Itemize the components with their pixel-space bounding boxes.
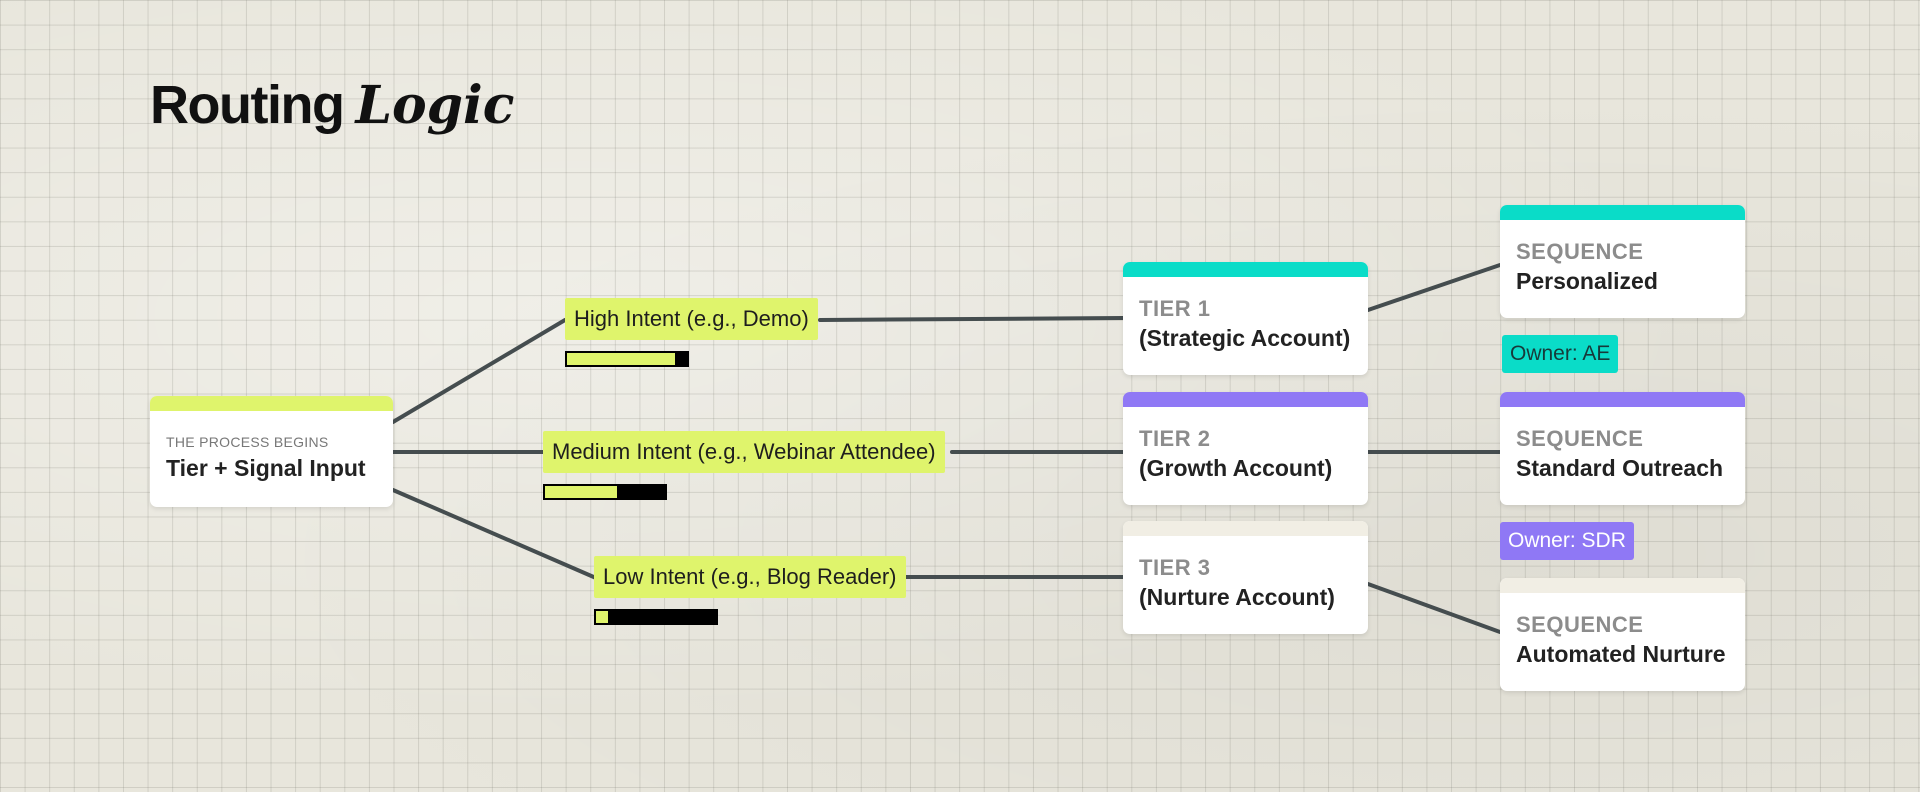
sequence-card-personalized: SEQUENCE Personalized (1500, 205, 1745, 318)
sequence-card-standard-outreach-title: Standard Outreach (1516, 455, 1724, 481)
connector-start-high (391, 318, 567, 424)
tier-card-2-label: TIER 2 (1139, 426, 1211, 451)
sequence-card-standard-outreach: SEQUENCE Standard Outreach (1500, 392, 1745, 505)
tier-card-2: TIER 2 (Growth Account) (1123, 392, 1368, 505)
tier-card-2-title: (Growth Account) (1139, 455, 1333, 481)
connector-start-low (391, 488, 598, 580)
signal-meter-low (594, 609, 718, 625)
tier-card-1-title: (Strategic Account) (1139, 325, 1351, 351)
tier-card-3-bar (1123, 521, 1368, 536)
sequence-card-automated-nurture-bar (1500, 578, 1745, 593)
signal-tag-low: Low Intent (e.g., Blog Reader) (594, 556, 906, 598)
signal-meter-medium (543, 484, 667, 500)
signal-meter-high (565, 351, 689, 367)
sequence-card-automated-nurture: SEQUENCE Automated Nurture (1500, 578, 1745, 691)
signal-meter-medium-fill (545, 486, 617, 498)
sequence-card-personalized-bar (1500, 205, 1745, 220)
owner-badge-ae: Owner: AE (1502, 335, 1619, 373)
signal-meter-low-fill (596, 611, 608, 623)
sequence-card-standard-outreach-label: SEQUENCE (1516, 426, 1644, 451)
tier-card-1-label: TIER 1 (1139, 296, 1211, 321)
tier-card-3: TIER 3 (Nurture Account) (1123, 521, 1368, 634)
connector-high-tier1 (818, 316, 1125, 322)
tier-card-2-bar (1123, 392, 1368, 407)
sequence-card-personalized-title: Personalized (1516, 268, 1658, 294)
start-node-title: Tier + Signal Input (166, 455, 366, 481)
start-node-bar (150, 396, 393, 411)
signal-meter-high-fill (567, 353, 675, 365)
connector-tier3-seq3 (1366, 582, 1502, 634)
tier-card-1: TIER 1 (Strategic Account) (1123, 262, 1368, 375)
start-node-label: THE PROCESS BEGINS (166, 434, 329, 450)
sequence-card-personalized-label: SEQUENCE (1516, 239, 1644, 264)
sequence-card-standard-outreach-bar (1500, 392, 1745, 407)
sequence-card-automated-nurture-title: Automated Nurture (1516, 641, 1726, 667)
connector-tier1-seq1 (1366, 263, 1502, 312)
tier-card-3-title: (Nurture Account) (1139, 584, 1335, 610)
start-node: THE PROCESS BEGINS Tier + Signal Input (150, 396, 393, 507)
tier-card-1-bar (1123, 262, 1368, 277)
signal-tag-medium: Medium Intent (e.g., Webinar Attendee) (543, 431, 945, 473)
sequence-card-automated-nurture-label: SEQUENCE (1516, 612, 1644, 637)
tier-card-3-label: TIER 3 (1139, 555, 1211, 580)
owner-badge-sdr: Owner: SDR (1500, 522, 1634, 560)
signal-tag-high: High Intent (e.g., Demo) (565, 298, 818, 340)
